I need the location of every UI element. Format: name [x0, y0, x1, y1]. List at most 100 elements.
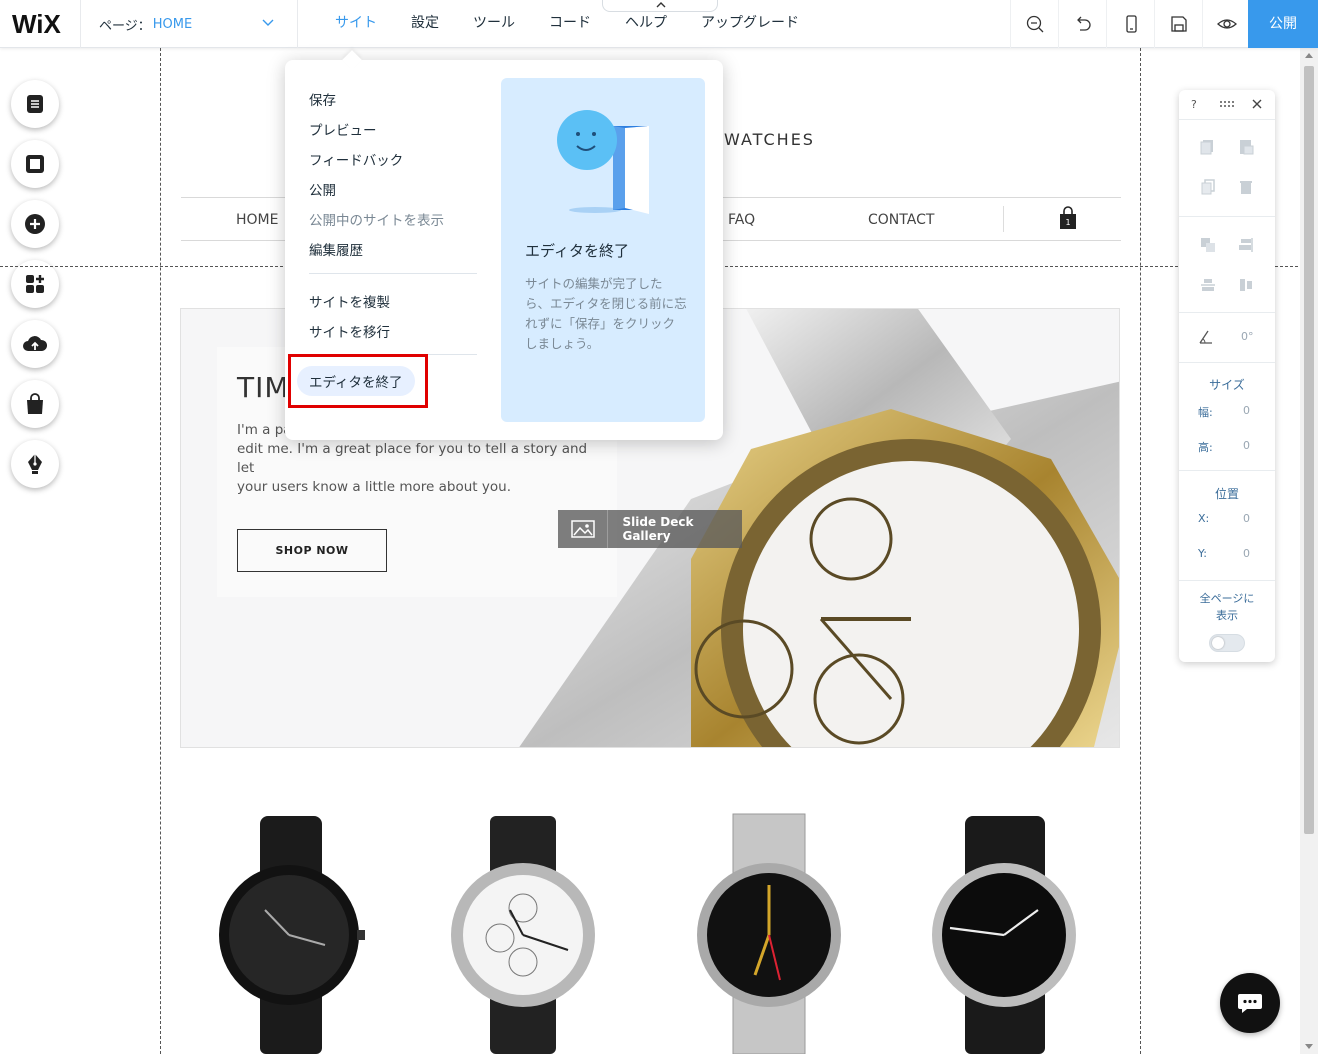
drag-handle-icon[interactable]: [1219, 100, 1235, 108]
dd-save[interactable]: 保存: [309, 89, 336, 109]
show-all-pages-line1: 全ページに: [1199, 592, 1255, 605]
undo-icon: [1076, 16, 1091, 31]
scrollbar-thumb[interactable]: [1304, 66, 1314, 834]
gallery-badge-label: Slide Deck Gallery: [622, 515, 694, 543]
product-watch-4[interactable]: [920, 810, 1090, 1054]
chevron-up-icon: [656, 2, 666, 8]
shop-now-button[interactable]: SHOP NOW: [237, 529, 387, 572]
hero-text-line3: your users know a little more about you.: [237, 479, 511, 495]
menu-site[interactable]: サイト: [318, 0, 394, 48]
site-brand-title[interactable]: WATCHES: [724, 130, 815, 149]
rotation-value[interactable]: 0°: [1241, 330, 1254, 343]
smile-door-illustration: [557, 110, 649, 214]
match-size-icon[interactable]: [1237, 276, 1255, 294]
undo-button[interactable]: [1058, 0, 1106, 48]
copy-icon[interactable]: [1199, 138, 1217, 156]
size-label: サイズ: [1209, 378, 1245, 392]
y-value[interactable]: 0: [1243, 547, 1250, 560]
save-button[interactable]: [1154, 0, 1202, 48]
dd-transfer-site[interactable]: サイトを移行: [309, 321, 390, 341]
dd-duplicate-site[interactable]: サイトを複製: [309, 291, 390, 311]
mobile-view-button[interactable]: [1106, 0, 1154, 48]
chat-bubble-icon: [1238, 994, 1262, 1013]
hero-text-line2: edit me. I'm a great place for you to te…: [237, 441, 588, 476]
y-key: Y:: [1198, 547, 1207, 560]
info-card-description: サイトの編集が完了したら、エディタを閉じる前に忘れずに「保存」をクリックしましょ…: [525, 276, 687, 351]
vertical-scrollbar[interactable]: [1300, 48, 1318, 1054]
chat-button[interactable]: [1220, 973, 1280, 1033]
x-key: X:: [1198, 512, 1210, 525]
exit-editor-info-card: エディタを終了 サイトの編集が完了したら、エディタを閉じる前に忘れずに「保存」を…: [501, 78, 705, 422]
panel-separator-4: [1179, 470, 1275, 471]
show-on-all-pages-toggle[interactable]: [1209, 634, 1245, 652]
page-selector-prefix: ページ：: [99, 18, 151, 34]
dd-publish[interactable]: 公開: [309, 179, 336, 199]
close-icon[interactable]: [1251, 98, 1263, 110]
hero-title[interactable]: TIM: [237, 371, 290, 404]
x-value[interactable]: 0: [1243, 512, 1250, 525]
menu-settings[interactable]: 設定: [394, 0, 456, 48]
eye-icon: [1216, 19, 1237, 29]
site-menu-dropdown: 保存 プレビュー フィードバック 公開 公開中のサイトを表示 編集履歴 サイトを…: [285, 60, 723, 440]
cart-button[interactable]: 1: [1058, 206, 1078, 234]
site-nav-contact[interactable]: CONTACT: [868, 212, 934, 228]
add-elements-button[interactable]: [11, 200, 59, 248]
store-button[interactable]: [11, 380, 59, 428]
paste-icon[interactable]: [1237, 138, 1255, 156]
width-key: 幅:: [1198, 406, 1213, 419]
site-nav-faq[interactable]: FAQ: [728, 212, 755, 228]
pages-menu-button[interactable]: [11, 80, 59, 128]
pages-icon: [27, 95, 43, 113]
width-value[interactable]: 0: [1243, 404, 1250, 417]
editor-top-bar: WiX ページ： HOME サイト 設定 ツール コード ヘルプ アップグレード…: [0, 0, 1318, 48]
product-watch-3[interactable]: [685, 810, 855, 1054]
top-tools: [1010, 0, 1250, 48]
scroll-up-arrow-icon[interactable]: [1305, 52, 1313, 58]
blog-button[interactable]: [11, 440, 59, 488]
wix-logo[interactable]: WiX: [12, 9, 61, 40]
zoom-out-button[interactable]: [1010, 0, 1058, 48]
main-menu: サイト 設定 ツール コード ヘルプ アップグレード: [318, 0, 816, 48]
slide-deck-gallery-badge[interactable]: Slide Deck Gallery: [558, 510, 742, 548]
panel-separator-3: [1179, 362, 1275, 363]
show-on-all-pages-label: 全ページに 表示: [1179, 590, 1275, 624]
rotate-angle-icon: [1199, 330, 1212, 344]
pen-nib-icon: [28, 454, 42, 474]
page-selector[interactable]: ページ： HOME: [80, 0, 298, 48]
canvas-guide-right: [1140, 48, 1141, 1054]
chevron-down-icon: [262, 19, 274, 26]
left-tool-rail: [11, 80, 61, 500]
dd-feedback[interactable]: フィードバック: [309, 149, 403, 169]
background-button[interactable]: [11, 140, 59, 188]
upload-media-button[interactable]: [11, 320, 59, 368]
panel-separator-1: [1179, 216, 1275, 217]
dd-view-published-site[interactable]: 公開中のサイトを表示: [309, 209, 444, 229]
dd-history[interactable]: 編集履歴: [309, 239, 363, 259]
add-apps-button[interactable]: [11, 260, 59, 308]
page-selector-name: HOME: [152, 16, 193, 32]
product-watch-2[interactable]: [440, 810, 610, 1054]
height-value[interactable]: 0: [1243, 439, 1250, 452]
distribute-icon[interactable]: [1199, 276, 1217, 294]
duplicate-icon[interactable]: [1199, 178, 1217, 196]
collapse-toolbar-tab[interactable]: [602, 0, 718, 12]
info-card-title: エディタを終了: [525, 242, 629, 260]
align-icon[interactable]: [1237, 236, 1255, 254]
menu-code[interactable]: コード: [532, 0, 608, 48]
scroll-down-arrow-icon[interactable]: [1305, 1044, 1313, 1050]
position-label: 位置: [1214, 487, 1239, 501]
apps-icon: [26, 275, 44, 293]
background-icon: [26, 155, 44, 173]
panel-help-button[interactable]: ?: [1191, 98, 1197, 111]
product-watch-1[interactable]: [205, 810, 375, 1054]
menu-tools[interactable]: ツール: [456, 0, 532, 48]
cloud-upload-icon: [23, 336, 48, 351]
site-nav-home[interactable]: HOME: [236, 212, 278, 228]
preview-button[interactable]: [1202, 0, 1250, 48]
publish-button[interactable]: 公開: [1248, 0, 1318, 48]
dd-preview[interactable]: プレビュー: [309, 119, 377, 139]
arrange-icon[interactable]: [1199, 236, 1217, 254]
shopping-bag-icon: [27, 393, 43, 414]
trash-icon[interactable]: [1237, 178, 1255, 196]
canvas-guide-left: [160, 48, 161, 1054]
